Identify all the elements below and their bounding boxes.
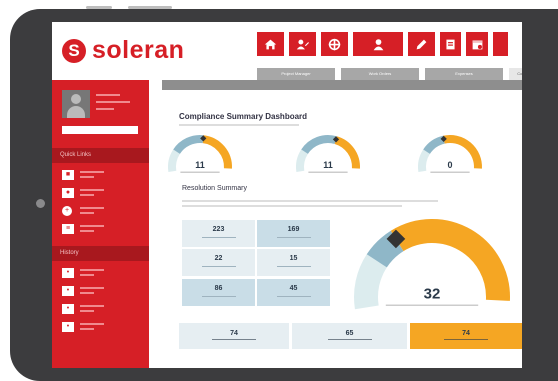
summary-cell[interactable]: 45 — [257, 279, 330, 306]
tab-expenses[interactable]: Expenses — [425, 68, 503, 80]
users-icon[interactable]: • — [62, 286, 74, 296]
quick-link-sub — [80, 176, 94, 178]
avatar[interactable] — [62, 90, 90, 118]
dashboard: Compliance Summary Dashboard 11 11 0 Resol… — [162, 90, 522, 368]
users-icon[interactable]: • — [62, 268, 74, 278]
camera-icon — [36, 199, 45, 208]
gauge-caption-line — [385, 304, 479, 306]
gauge-value: 11 — [195, 160, 205, 170]
quick-link-label[interactable] — [80, 207, 104, 209]
users-icon[interactable]: • — [62, 322, 74, 332]
gauge-arc-light — [418, 149, 431, 173]
gauge-arc-light — [296, 149, 309, 173]
history-item-label[interactable] — [80, 269, 104, 271]
quick-link-label[interactable] — [80, 171, 104, 173]
folder-icon[interactable]: ■ — [62, 170, 74, 180]
power-button — [86, 6, 112, 9]
header: S soleran Project Manager Work Orders Ex… — [52, 22, 522, 82]
quick-link-sub — [80, 230, 94, 232]
history-item-label[interactable] — [80, 287, 104, 289]
resolution-title: Resolution Summary — [182, 185, 247, 192]
tab-project-manager[interactable]: Project Manager — [257, 68, 335, 80]
history-header: History — [52, 246, 149, 261]
logo-text: soleran — [92, 36, 185, 64]
calendar-icon[interactable] — [466, 32, 488, 56]
resolution-underline — [182, 200, 438, 202]
history-item-sub — [80, 310, 94, 312]
person-icon[interactable] — [353, 32, 403, 56]
tab-work-orders[interactable]: Work Orders — [341, 68, 419, 80]
bottom-stat[interactable]: 65 — [292, 323, 407, 349]
page-title: Compliance Summary Dashboard — [179, 112, 308, 121]
user-name-line — [96, 94, 120, 96]
summary-cell[interactable]: 223 — [182, 220, 255, 247]
gauge-arc-orange — [202, 135, 232, 169]
gauge-caption-line — [430, 171, 470, 173]
document-icon[interactable] — [440, 32, 461, 56]
quick-link-sub — [80, 212, 94, 214]
tab-bar: Project Manager Work Orders Expenses Com — [257, 68, 522, 80]
gauge-arc-light — [168, 149, 181, 173]
sidebar-search-input[interactable] — [62, 126, 138, 134]
gauge-arc-blue — [301, 135, 337, 155]
history-item-sub — [80, 328, 94, 330]
gauge-value: 11 — [323, 160, 333, 170]
logo-mark: S — [62, 38, 86, 63]
list-icon[interactable]: ≡ — [62, 224, 74, 234]
crosshair-icon[interactable] — [321, 32, 348, 56]
gauge-value: 0 — [447, 160, 452, 170]
gauge-value: 32 — [424, 286, 441, 303]
summary-cell[interactable]: 169 — [257, 220, 330, 247]
quick-link-label[interactable] — [80, 189, 104, 191]
big-gauge: 32 — [354, 219, 510, 310]
sidebar: Quick Links ■ ● + ≡ History • • • • — [52, 80, 149, 368]
gauge-arc-blue — [423, 135, 446, 155]
tab-compliance[interactable]: Com — [509, 68, 522, 80]
more-icon[interactable] — [493, 32, 508, 56]
top-nav — [257, 32, 513, 56]
volume-button — [128, 6, 172, 9]
app-screen: S soleran Project Manager Work Orders Ex… — [52, 22, 522, 368]
pencil-icon[interactable] — [408, 32, 435, 56]
summary-cell[interactable]: 22 — [182, 249, 255, 276]
user-edit-icon[interactable] — [289, 32, 316, 56]
history-item-label[interactable] — [80, 323, 104, 325]
quick-link-sub — [80, 194, 94, 196]
sub-bar — [162, 80, 522, 90]
gauge-arc-light — [354, 254, 388, 310]
quick-links-header: Quick Links — [52, 148, 149, 163]
gauge-arc-orange — [334, 136, 360, 169]
user-meta-line — [96, 108, 114, 110]
users-icon[interactable]: • — [62, 304, 74, 314]
gauge-caption-line — [180, 171, 220, 173]
summary-cell[interactable]: 15 — [257, 249, 330, 276]
bottom-stat-highlight[interactable]: 74 — [410, 323, 522, 349]
history-item-label[interactable] — [80, 305, 104, 307]
home-icon[interactable] — [257, 32, 284, 56]
gauge-caption-line — [308, 171, 348, 173]
gauge-arc-orange — [390, 219, 510, 301]
quick-link-label[interactable] — [80, 225, 104, 227]
bottom-stat[interactable]: 74 — [179, 323, 289, 349]
logo[interactable]: S soleran — [62, 36, 184, 65]
history-item-sub — [80, 274, 94, 276]
gauge-arc-blue — [173, 135, 204, 155]
summary-cell[interactable]: 86 — [182, 279, 255, 306]
person-icon[interactable]: ● — [62, 188, 74, 198]
plus-icon[interactable]: + — [62, 206, 72, 216]
user-role-line — [96, 101, 130, 103]
history-item-sub — [80, 292, 94, 294]
